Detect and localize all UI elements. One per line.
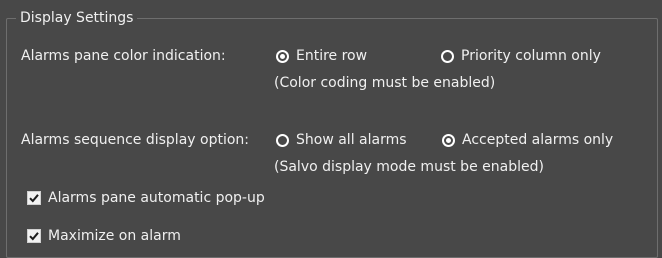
checkbox-auto-popup[interactable]: Alarms pane automatic pop-up	[27, 189, 265, 207]
color-indication-label: Alarms pane color indication:	[21, 48, 226, 64]
color-indication-note: (Color coding must be enabled)	[274, 75, 496, 91]
checkbox-maximize-on-alarm[interactable]: Maximize on alarm	[27, 227, 181, 245]
sequence-display-note: (Salvo display mode must be enabled)	[274, 159, 544, 175]
radio-accepted-alarms-only-label: Accepted alarms only	[462, 132, 614, 148]
sequence-display-label: Alarms sequence display option:	[21, 132, 249, 148]
radio-selected-icon	[442, 133, 455, 147]
radio-show-all-alarms[interactable]: Show all alarms	[276, 131, 407, 149]
checkmark-icon	[27, 229, 41, 243]
radio-entire-row-label: Entire row	[296, 48, 368, 64]
group-title: Display Settings	[16, 10, 138, 26]
radio-show-all-alarms-label: Show all alarms	[296, 132, 407, 148]
checkbox-maximize-on-alarm-label: Maximize on alarm	[48, 228, 181, 244]
radio-priority-column-only-label: Priority column only	[461, 48, 601, 64]
radio-unselected-icon	[441, 49, 454, 63]
radio-unselected-icon	[276, 133, 289, 147]
checkmark-icon	[27, 191, 41, 205]
radio-accepted-alarms-only[interactable]: Accepted alarms only	[442, 131, 613, 149]
checkbox-auto-popup-label: Alarms pane automatic pop-up	[48, 190, 265, 206]
radio-priority-column-only[interactable]: Priority column only	[441, 47, 601, 65]
radio-entire-row[interactable]: Entire row	[276, 47, 367, 65]
radio-selected-icon	[276, 49, 289, 63]
